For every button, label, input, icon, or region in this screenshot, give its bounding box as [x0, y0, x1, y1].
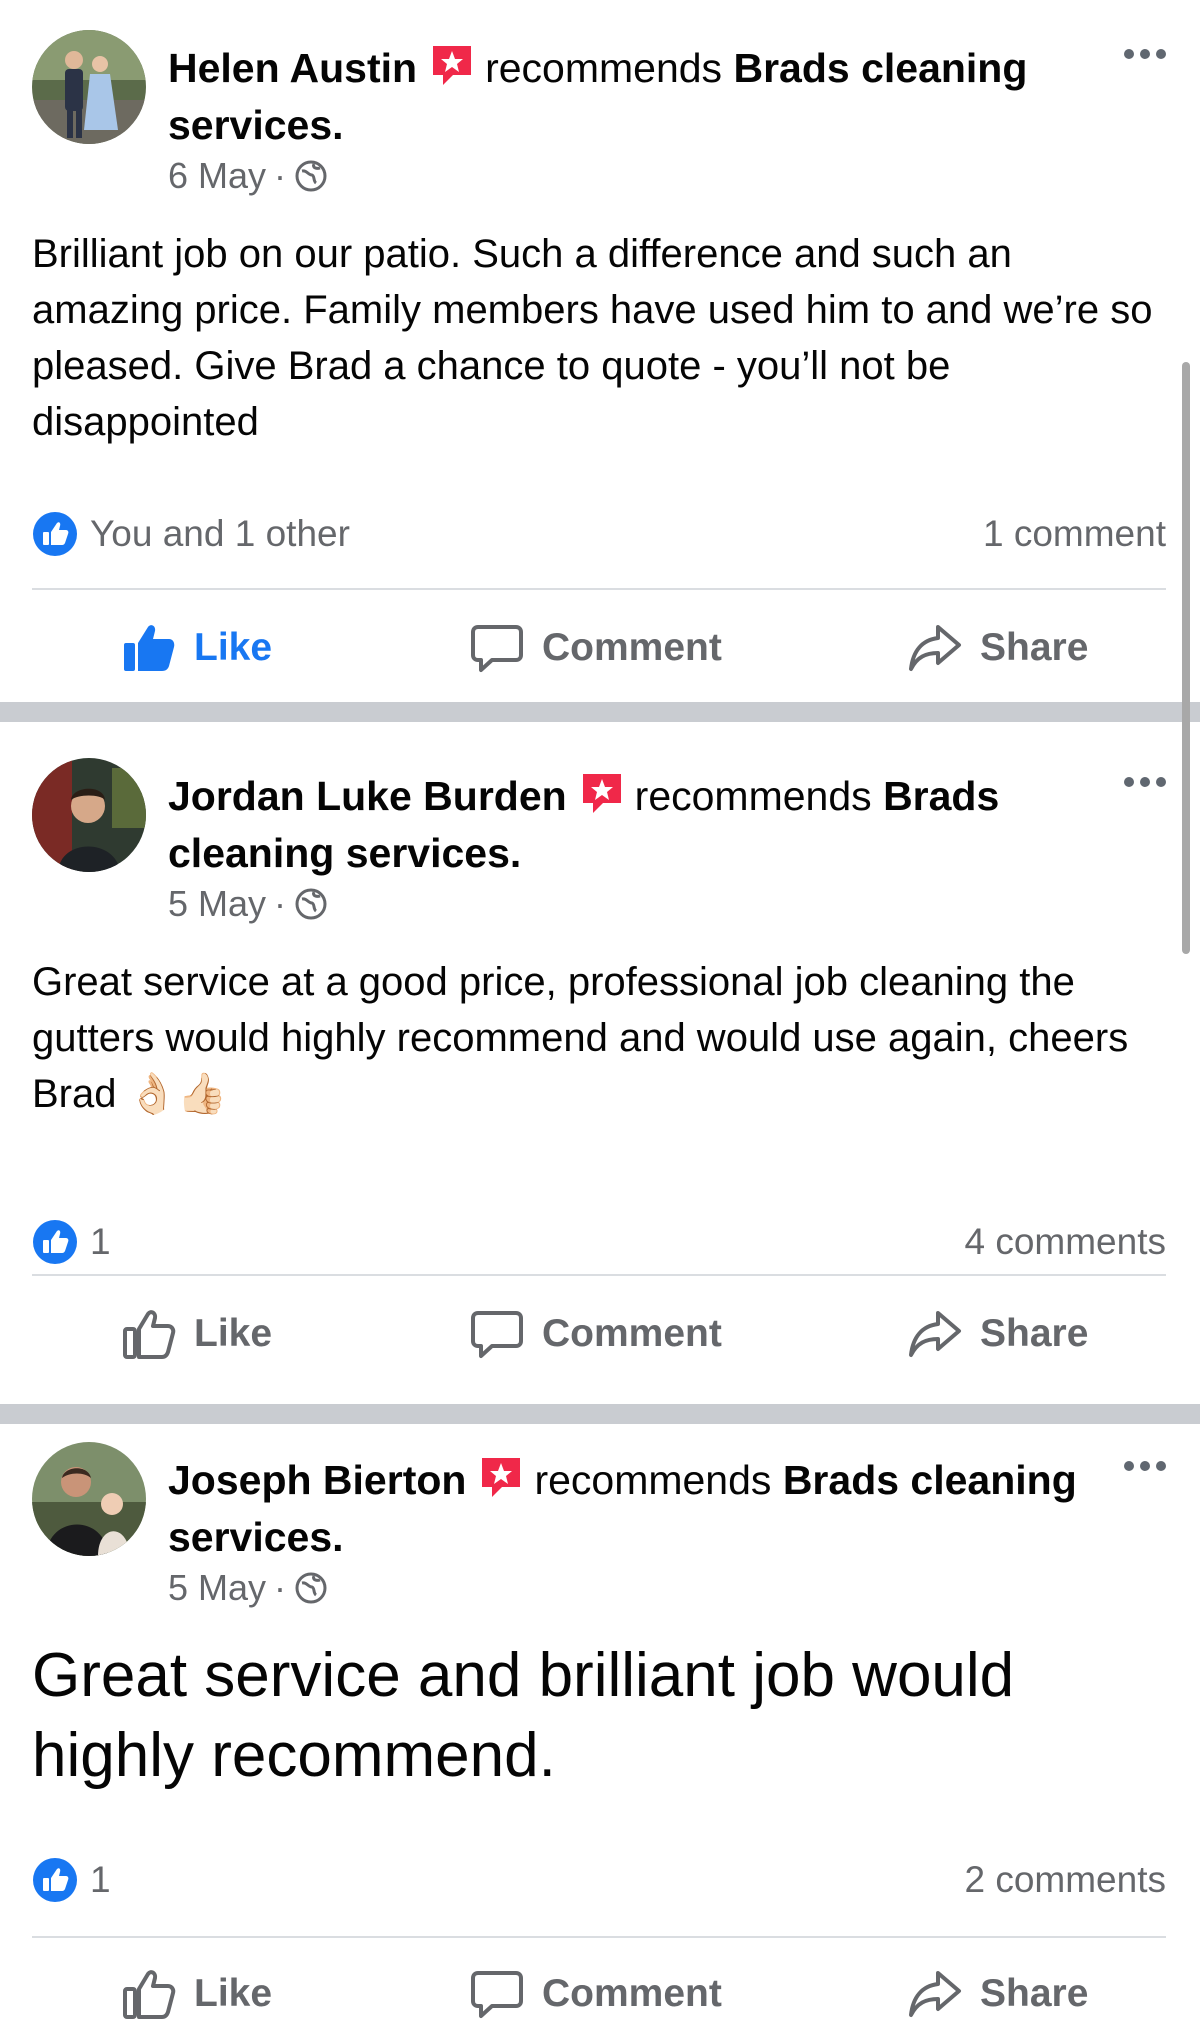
- recommendation-badge-icon: [478, 1454, 524, 1500]
- recommends-text: recommends: [634, 773, 872, 819]
- comment-bubble-icon: [470, 1307, 524, 1361]
- reactions-summary[interactable]: 1: [32, 1219, 111, 1265]
- meta-separator: ·: [274, 155, 287, 196]
- recommends-text: recommends: [485, 45, 723, 91]
- post-text: Brilliant job on our patio. Such a diffe…: [32, 232, 1153, 444]
- author-name[interactable]: Helen Austin: [168, 45, 417, 91]
- comment-button[interactable]: Comment: [470, 1294, 722, 1374]
- share-button[interactable]: Share: [908, 1294, 1088, 1374]
- like-button[interactable]: Like: [122, 1294, 272, 1374]
- like-label: Like: [194, 626, 273, 669]
- reactions-text: 1: [90, 1859, 111, 1900]
- post-separator: [0, 1404, 1200, 1424]
- share-label: Share: [980, 1972, 1089, 2015]
- author-avatar[interactable]: [32, 1442, 146, 1556]
- recommendation-post: Joseph Bierton recommends Brads cleaning …: [0, 1424, 1200, 2044]
- share-arrow-icon: [908, 1967, 962, 2021]
- comment-bubble-icon: [470, 1967, 524, 2021]
- comment-label: Comment: [542, 1312, 722, 1355]
- post-date[interactable]: 5 May: [168, 882, 266, 926]
- recommendation-post: Jordan Luke Burden recommends Brads clean…: [0, 722, 1200, 1404]
- comment-label: Comment: [542, 626, 722, 669]
- reactions-text: 1: [90, 1221, 111, 1262]
- comment-label: Comment: [542, 1972, 722, 2015]
- recommendation-badge-icon: [579, 770, 625, 816]
- post-header: Joseph Bierton recommends Brads cleaning …: [168, 1452, 1078, 1566]
- more-horizontal-icon[interactable]: [1122, 1456, 1168, 1476]
- reactions-text: You and 1 other: [90, 513, 350, 554]
- more-horizontal-icon[interactable]: [1122, 44, 1168, 64]
- author-avatar[interactable]: [32, 30, 146, 144]
- meta-separator: ·: [274, 1567, 287, 1608]
- author-name[interactable]: Joseph Bierton: [168, 1457, 466, 1503]
- like-reaction-icon: [32, 1857, 78, 1903]
- post-stats: 1 2 comments: [32, 1854, 1166, 1906]
- comments-count[interactable]: 2 comments: [964, 1859, 1166, 1901]
- recommendation-badge-icon: [429, 42, 475, 88]
- thumbs-up-outline-icon: [122, 1307, 176, 1361]
- post-actions: Like Comment Share: [0, 608, 1200, 688]
- like-label: Like: [194, 1972, 273, 2015]
- share-button[interactable]: Share: [908, 608, 1088, 688]
- comment-button[interactable]: Comment: [470, 1954, 722, 2034]
- reactions-summary[interactable]: You and 1 other: [32, 511, 350, 557]
- share-label: Share: [980, 1312, 1089, 1355]
- post-date[interactable]: 5 May: [168, 1566, 266, 1610]
- like-label: Like: [194, 1312, 273, 1355]
- author-avatar[interactable]: [32, 758, 146, 872]
- post-date[interactable]: 6 May: [168, 154, 266, 198]
- share-button[interactable]: Share: [908, 1954, 1088, 2034]
- post-header: Jordan Luke Burden recommends Brads clean…: [168, 768, 1078, 882]
- globe-icon: [294, 1571, 328, 1605]
- divider: [32, 588, 1166, 590]
- comment-bubble-icon: [470, 621, 524, 675]
- ok-and-thumbs-emoji: 👌🏻👍🏻: [127, 1071, 228, 1117]
- post-header: Helen Austin recommends Brads cleaning se…: [168, 40, 1078, 154]
- post-meta: 6 May ·: [168, 154, 328, 198]
- post-stats: You and 1 other 1 comment: [32, 508, 1166, 560]
- divider: [32, 1936, 1166, 1938]
- post-separator: [0, 702, 1200, 722]
- meta-separator: ·: [274, 883, 287, 924]
- post-meta: 5 May ·: [168, 882, 328, 926]
- recommendations-feed: Helen Austin recommends Brads cleaning se…: [0, 0, 1200, 2044]
- share-arrow-icon: [908, 621, 962, 675]
- post-text: Great service at a good price, professio…: [32, 954, 1172, 1122]
- comments-count[interactable]: 4 comments: [964, 1221, 1166, 1263]
- post-stats: 1 4 comments: [32, 1216, 1166, 1268]
- like-reaction-icon: [32, 511, 78, 557]
- like-button[interactable]: Like: [122, 1954, 272, 2034]
- globe-icon: [294, 159, 328, 193]
- author-name[interactable]: Jordan Luke Burden: [168, 773, 567, 819]
- more-horizontal-icon[interactable]: [1122, 772, 1168, 792]
- share-arrow-icon: [908, 1307, 962, 1361]
- globe-icon: [294, 887, 328, 921]
- post-actions: Like Comment Share: [0, 1294, 1200, 1374]
- recommendation-post: Helen Austin recommends Brads cleaning se…: [0, 0, 1200, 702]
- like-button[interactable]: Like: [122, 608, 272, 688]
- scrollbar[interactable]: [1182, 362, 1190, 954]
- reactions-summary[interactable]: 1: [32, 1857, 111, 1903]
- post-actions: Like Comment Share: [0, 1954, 1200, 2034]
- share-label: Share: [980, 626, 1089, 669]
- post-text: Great service and brilliant job would hi…: [32, 1641, 1015, 1790]
- thumbs-up-outline-icon: [122, 1967, 176, 2021]
- post-meta: 5 May ·: [168, 1566, 328, 1610]
- divider: [32, 1274, 1166, 1276]
- recommends-text: recommends: [534, 1457, 772, 1503]
- like-reaction-icon: [32, 1219, 78, 1265]
- thumbs-up-filled-icon: [122, 621, 176, 675]
- comment-button[interactable]: Comment: [470, 608, 722, 688]
- comments-count[interactable]: 1 comment: [983, 513, 1166, 555]
